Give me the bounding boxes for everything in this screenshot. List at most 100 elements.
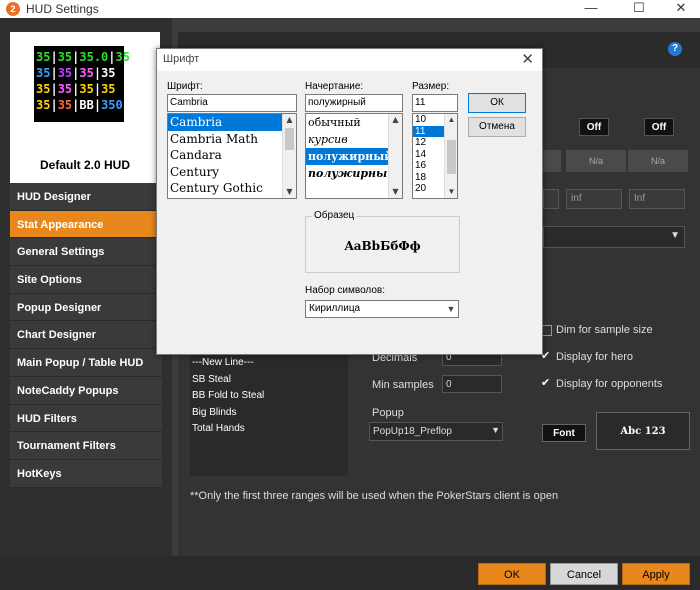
chevron-down-icon: ▼ [670, 230, 680, 241]
range-field-0[interactable] [543, 189, 559, 209]
min-samples-input[interactable]: 0 [442, 375, 502, 393]
dialog-ok-button[interactable]: ОК [468, 93, 526, 113]
style-list[interactable]: обычный курсив полужирный полужирный ▲ ▼ [305, 113, 403, 199]
hud-preview-cell: 35 [36, 66, 51, 80]
range-field-2[interactable]: Inf [629, 189, 685, 209]
size-input[interactable]: 11 [412, 94, 458, 112]
scroll-thumb[interactable] [447, 140, 456, 174]
hud-preview-cell: | [108, 50, 116, 64]
scroll-up-icon[interactable]: ▲ [445, 114, 457, 126]
hud-preview-cell: 35 [57, 50, 73, 64]
size-list-scrollbar[interactable]: ▲ ▼ [444, 114, 457, 198]
dialog-title: Шрифт [163, 53, 200, 65]
popup-select[interactable]: PopUp18_Preflop ▼ [369, 422, 503, 441]
nav-item-notecaddy-popups[interactable]: NoteCaddy Popups [10, 376, 162, 405]
hud-preview-cell: 350 [101, 98, 123, 112]
display-opponents-checkbox[interactable] [541, 376, 552, 390]
scroll-up-icon[interactable]: ▲ [283, 114, 296, 126]
nav-item-general-settings[interactable]: General Settings [10, 238, 162, 267]
scroll-down-icon[interactable]: ▼ [445, 186, 457, 198]
charset-select[interactable]: Кириллица ▼ [305, 300, 459, 318]
hud-preview-row: 35|35|35|35 [36, 81, 124, 97]
na-field-1: N/a [566, 150, 626, 172]
style-label: Начертание: [305, 81, 364, 92]
hud-preview-cell: 35 [36, 50, 51, 64]
nav-item-hud-filters[interactable]: HUD Filters [10, 404, 162, 433]
font-list-item[interactable]: Century [168, 164, 296, 181]
size-list[interactable]: 10 11 12 14 16 18 20 ▲ ▼ [412, 113, 458, 199]
dim-label: Dim for sample size [556, 324, 653, 336]
scroll-thumb[interactable] [285, 128, 294, 150]
style-input[interactable]: полужирный [305, 94, 403, 112]
hud-preview-card[interactable]: 35|35|35.0|35 35|35|35|35 35|35|35|35 35|35… [10, 32, 160, 184]
popup-label: Popup [372, 407, 404, 419]
stat-list[interactable]: ---New Line--- SB Steal BB Fold to Steal Bi… [190, 353, 348, 476]
style-list-scrollbar[interactable]: ▲ ▼ [388, 114, 402, 198]
font-button[interactable]: Font [542, 424, 586, 442]
stat-list-item[interactable]: SB Steal [192, 372, 348, 389]
hud-preview-image: 35|35|35.0|35 35|35|35|35 35|35|35|35 35|35… [34, 46, 130, 122]
close-button[interactable]: ✕ [664, 0, 698, 18]
hud-preview-cell: 35 [101, 66, 116, 80]
font-list-item[interactable]: Cambria [168, 114, 296, 131]
maximize-button[interactable]: ☐ [622, 0, 656, 18]
font-list[interactable]: Cambria Cambria Math Candara Century Century… [167, 113, 297, 199]
hud-preview-cell: | [50, 98, 58, 112]
hud-preview-row: 35|35|35|35 [36, 65, 124, 81]
stat-list-item[interactable]: Big Blinds [192, 405, 348, 422]
font-list-scrollbar[interactable]: ▲ ▼ [282, 114, 296, 198]
nav-item-main-popup-table-hud[interactable]: Main Popup / Table HUD [10, 349, 162, 377]
off-toggle-2[interactable]: Off [644, 118, 674, 136]
scroll-down-icon[interactable]: ▼ [389, 186, 402, 198]
nav-item-chart-designer[interactable]: Chart Designer [10, 321, 162, 350]
hud-preview-row: 35|35|35.0|35 [36, 49, 130, 65]
hud-preview-cell: 35 [36, 98, 51, 112]
font-input[interactable]: Cambria [167, 94, 297, 112]
left-panel: 35|35|35.0|35 35|35|35|35 35|35|35|35 35|35… [0, 18, 172, 590]
color-select[interactable]: ▼ [543, 226, 685, 248]
hud-preview-cell: 35.0 [79, 50, 109, 64]
nav-item-popup-designer[interactable]: Popup Designer [10, 293, 162, 322]
hud-preview-cell: | [93, 98, 102, 112]
nav-item-tournament-filters[interactable]: Tournament Filters [10, 432, 162, 460]
apply-button[interactable]: Apply [622, 563, 690, 585]
close-icon[interactable]: ✕ [521, 50, 534, 68]
hud-preview-row: 35|35|BB|350 [36, 97, 124, 113]
stat-list-item[interactable]: Total Hands [192, 421, 348, 438]
na-field-2: N/a [628, 150, 688, 172]
font-list-item[interactable]: Cambria Math [168, 131, 296, 148]
scroll-down-icon[interactable]: ▼ [283, 186, 296, 198]
help-icon[interactable]: ? [668, 42, 682, 56]
settings-nav: HUD Designer Stat Appearance General Setti… [10, 183, 162, 488]
hud-preview-cell: 35 [79, 66, 94, 80]
range-field-1[interactable]: inf [566, 189, 622, 209]
sample-text: AaBbБбФф [344, 239, 421, 253]
cancel-button[interactable]: Cancel [550, 563, 618, 585]
font-list-item[interactable]: Candara [168, 147, 296, 164]
stat-list-item[interactable]: BB Fold to Steal [192, 388, 348, 405]
sample-group: Образец AaBbБбФф [305, 210, 460, 273]
ok-button[interactable]: OK [478, 563, 546, 585]
display-hero-label: Display for hero [556, 351, 634, 363]
hud-preview-cell: | [93, 82, 102, 96]
hud-preview-cell: | [93, 66, 102, 80]
hud-preview-cell: 35 [115, 50, 130, 64]
charset-value: Кириллица [309, 303, 361, 314]
min-samples-label: Min samples [372, 379, 434, 391]
font-list-item[interactable]: Century Gothic [168, 180, 296, 197]
minimize-button[interactable]: — [574, 0, 608, 18]
dialog-cancel-button[interactable]: Отмена [468, 117, 526, 137]
stat-list-item[interactable]: ---New Line--- [192, 355, 348, 372]
hud-preview-cell: 35 [79, 82, 94, 96]
off-toggle-1[interactable]: Off [579, 118, 609, 136]
nav-item-stat-appearance[interactable]: Stat Appearance [10, 210, 162, 239]
scroll-up-icon[interactable]: ▲ [389, 114, 402, 126]
hud-preview-cell: 35 [57, 98, 73, 112]
nav-item-hotkeys[interactable]: HotKeys [10, 459, 162, 488]
nav-item-hud-designer[interactable]: HUD Designer [10, 183, 162, 211]
window-title: HUD Settings [26, 2, 99, 16]
na-field-0 [543, 150, 561, 172]
size-label: Размер: [412, 81, 450, 92]
hud-preview-cell: | [50, 66, 58, 80]
nav-item-site-options[interactable]: Site Options [10, 266, 162, 294]
